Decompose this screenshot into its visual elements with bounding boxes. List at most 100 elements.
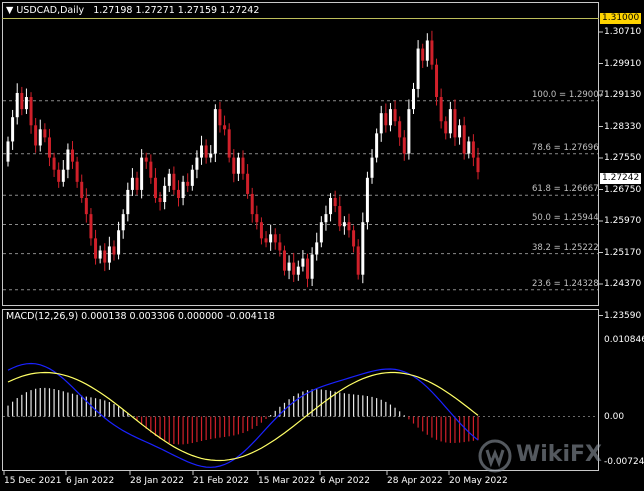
candle-body <box>444 121 448 134</box>
macd-main-line <box>7 362 479 468</box>
candle-body <box>11 117 15 142</box>
candle-body <box>384 113 388 126</box>
price-tick-label: 1.30710 <box>604 27 642 37</box>
candle-body <box>24 97 28 110</box>
price-tick-label: 1.27550 <box>604 153 642 163</box>
candle-body <box>273 234 277 243</box>
macd-tick-label: 0.00 <box>604 411 625 422</box>
candle-body <box>6 141 10 162</box>
candle-body <box>126 189 130 215</box>
candle-body <box>43 129 47 138</box>
candle-body <box>338 206 342 227</box>
candle-body <box>296 266 300 275</box>
time-axis-label: 15 Mar 2022 <box>258 476 316 486</box>
candle-body <box>38 129 42 146</box>
time-axis-label: 6 Apr 2022 <box>320 476 370 486</box>
candle-body <box>34 125 38 146</box>
candle-body <box>301 258 305 267</box>
price-tick-label: 1.26750 <box>604 184 642 195</box>
candle-body <box>310 254 314 279</box>
time-axis-label: 20 May 2022 <box>449 476 508 486</box>
candle-body <box>209 153 213 158</box>
candle-body <box>365 177 369 223</box>
candle-body <box>223 125 227 130</box>
candle-body <box>130 177 134 190</box>
price-tick-label: 1.23590 <box>604 310 642 321</box>
fibo-level-label: 78.6 = 1.27696 <box>532 142 599 153</box>
price-tick-label: 1.25970 <box>604 216 642 226</box>
candle-body <box>361 222 365 275</box>
candle-body <box>117 230 121 255</box>
highlight-level-tag: 1.31000 <box>600 13 642 24</box>
candle-body <box>89 214 93 239</box>
candle-body <box>98 250 102 259</box>
candle-body <box>241 157 245 174</box>
candle-body <box>29 97 33 126</box>
candle-body <box>195 157 199 170</box>
candle-body <box>388 109 392 126</box>
price-tick-label: 1.24370 <box>604 279 642 289</box>
candle-body <box>425 40 429 61</box>
candle-body <box>421 48 425 61</box>
watermark-text: WikiFX <box>516 442 602 467</box>
fibo-level-label: 61.8 = 1.26667 <box>532 184 599 195</box>
candle-body <box>402 137 406 154</box>
candle-body <box>467 141 471 154</box>
candle-body <box>407 109 411 154</box>
candle-body <box>61 169 65 182</box>
candle-body <box>250 193 254 215</box>
fibo-level-label: 100.0 = 1.29007 <box>532 89 605 100</box>
candle-body <box>287 262 291 271</box>
candle-body <box>352 230 356 247</box>
candle-body <box>476 157 480 173</box>
candle-body <box>430 40 434 65</box>
candle-body <box>393 109 397 122</box>
current-price-tag: 1.27242 <box>600 173 642 184</box>
macd-tick-label: 0.010846 <box>604 335 644 345</box>
candle-body <box>462 125 466 154</box>
time-axis-label: 21 Feb 2022 <box>193 476 250 486</box>
candle-body <box>163 185 167 203</box>
candle-body <box>135 177 139 190</box>
candle-body <box>121 214 125 231</box>
candle-body <box>319 222 323 243</box>
time-axis-label: 28 Apr 2022 <box>387 476 443 486</box>
candle-body <box>15 92 19 118</box>
chart-window[interactable]: ▼ USDCAD,Daily 1.27198 1.27271 1.27159 1… <box>0 0 644 491</box>
candle-body <box>186 181 190 186</box>
candle-body <box>292 262 296 275</box>
candle-body <box>333 197 337 207</box>
candle-body <box>458 125 462 138</box>
candle-body <box>398 121 402 138</box>
candle-body <box>439 97 443 122</box>
fibo-level-label: 23.6 = 1.24328 <box>532 278 599 289</box>
candle-body <box>84 197 88 215</box>
candle-body <box>356 246 360 275</box>
candle-body <box>416 48 420 89</box>
candle-body <box>190 169 194 186</box>
candle-body <box>259 222 263 239</box>
candle-body <box>453 109 457 138</box>
candle-body <box>200 145 204 158</box>
candle-body <box>375 133 379 158</box>
candle-body <box>204 145 208 158</box>
candle-body <box>20 92 24 110</box>
price-tick-label: 1.25170 <box>604 247 642 258</box>
time-axis-label: 15 Dec 2021 <box>4 476 62 486</box>
price-tick-label: 1.29130 <box>604 90 642 100</box>
candle-body <box>342 222 346 227</box>
candle-body <box>329 197 333 215</box>
candle-body <box>66 149 70 170</box>
candle-body <box>153 177 157 198</box>
fibo-level-label: 38.2 = 1.25222 <box>532 242 599 253</box>
candle-body <box>167 173 171 186</box>
time-axis-label: 28 Jan 2022 <box>130 476 184 486</box>
candle-body <box>315 242 319 255</box>
candle-body <box>181 181 185 198</box>
candle-body <box>158 197 162 203</box>
candle-body <box>140 157 144 190</box>
candle-body <box>71 149 75 162</box>
candle-body <box>52 157 56 170</box>
fibo-level-label: 50.0 = 1.25944 <box>532 213 599 224</box>
candle-body <box>149 161 153 178</box>
